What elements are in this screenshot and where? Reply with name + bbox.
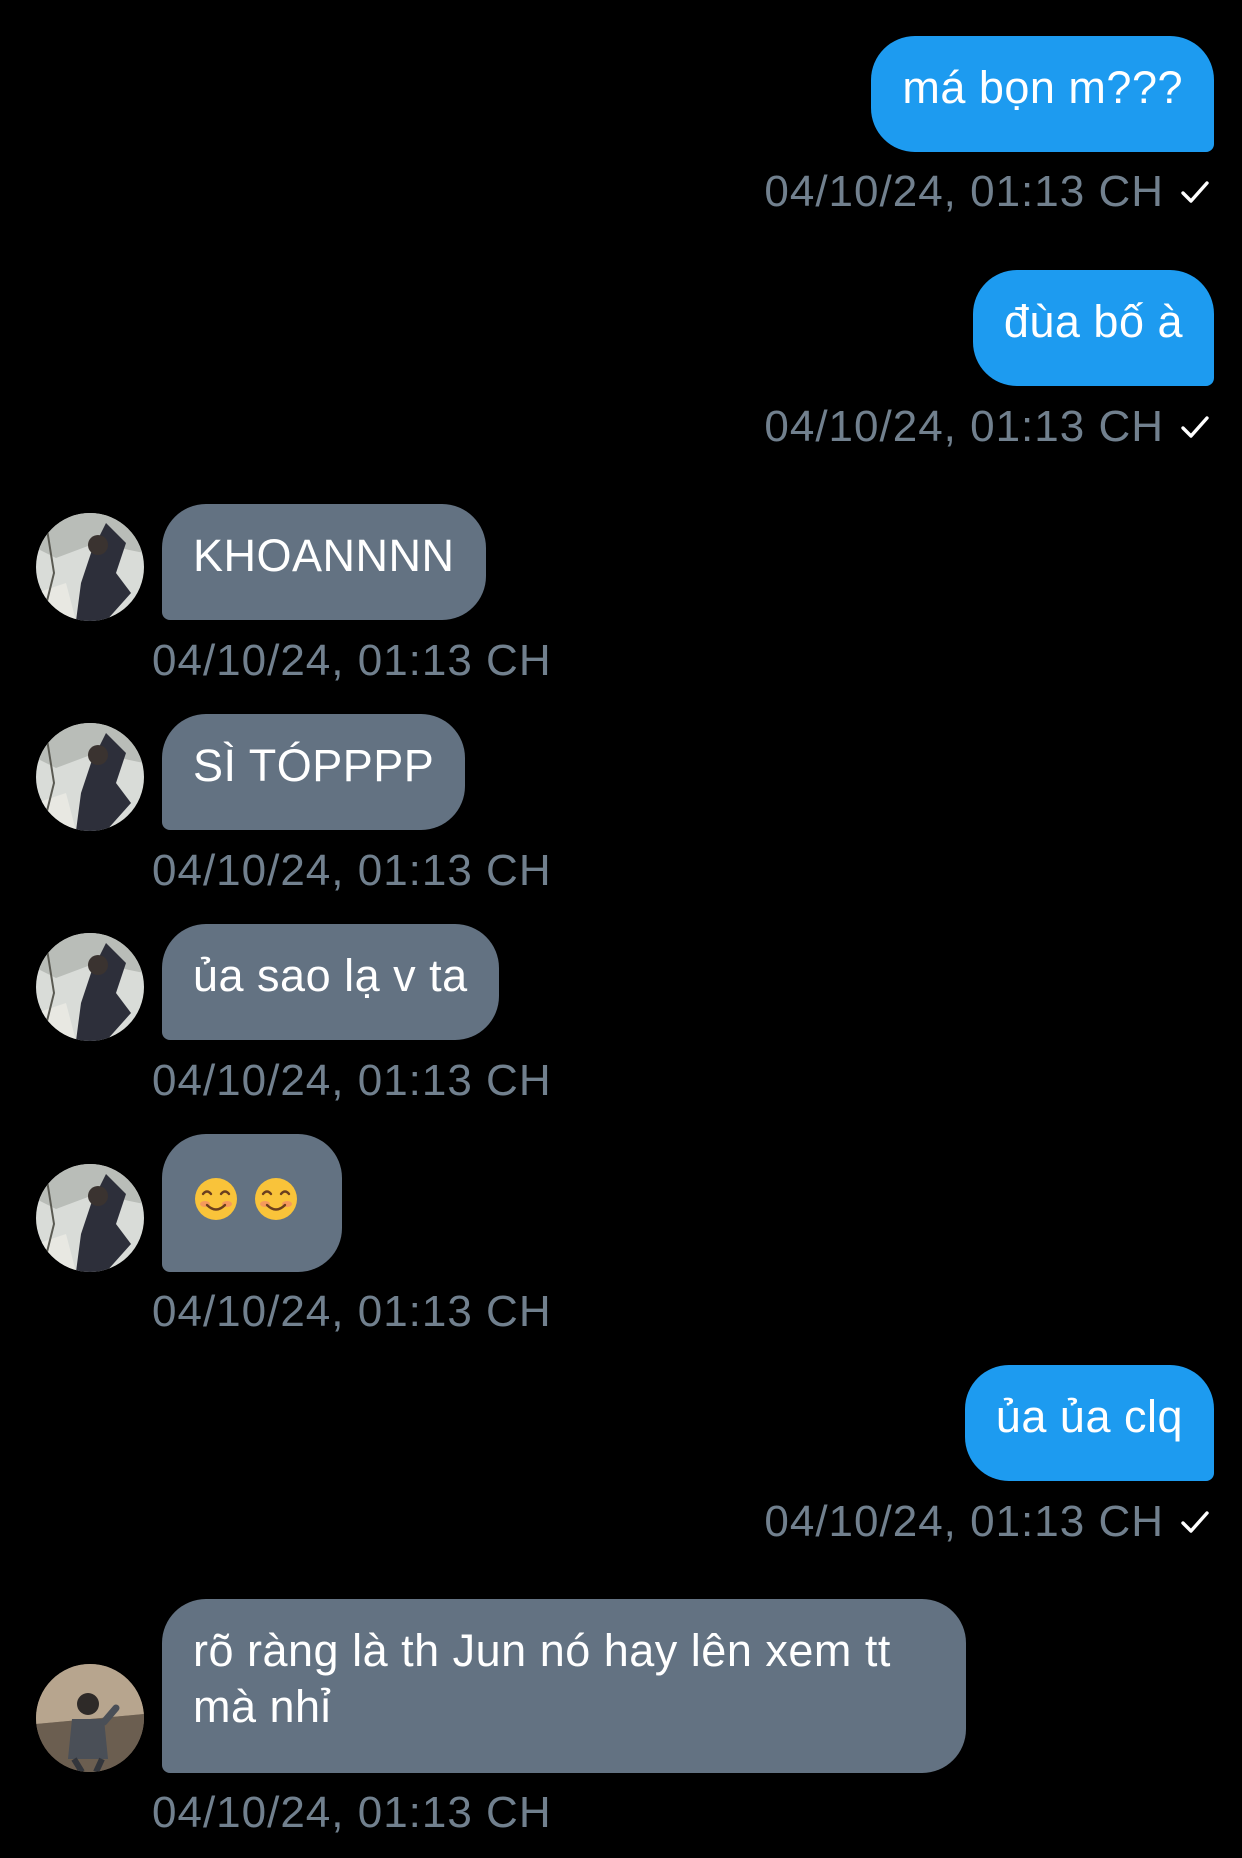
smiling-face-emoji (255, 1178, 297, 1221)
avatar-photo (36, 1164, 144, 1272)
message-timestamp: 04/10/24, 01:13 CH (764, 167, 1164, 216)
sent-message-bubble[interactable]: ủa ủa clq (964, 1365, 1214, 1481)
sent-message-bubble[interactable]: má bọn m??? (871, 36, 1214, 152)
message-text: đùa bố à (1003, 296, 1183, 347)
check-icon (1181, 1511, 1209, 1533)
received-message-bubble[interactable]: rõ ràng là th Jun nó hay lên xem tt mà n… (162, 1599, 966, 1773)
message-timestamp: 04/10/24, 01:13 CH (152, 1056, 552, 1105)
smiling-face-emoji (195, 1178, 237, 1221)
received-message-bubble[interactable] (162, 1134, 342, 1272)
avatar-photo (36, 1664, 144, 1772)
message-timestamp: 04/10/24, 01:13 CH (152, 636, 552, 685)
avatar-photo (36, 513, 144, 621)
avatar-photo (36, 933, 144, 1041)
message-text: ủa sao lạ v ta (193, 950, 468, 1001)
check-icon (1181, 181, 1209, 203)
message-timestamp: 04/10/24, 01:13 CH (152, 1287, 552, 1336)
received-message-bubble[interactable]: KHOANNNN (162, 504, 486, 620)
avatar[interactable] (36, 513, 144, 621)
message-text: ủa ủa clq (995, 1391, 1183, 1442)
message-timestamp: 04/10/24, 01:13 CH (764, 402, 1164, 451)
message-timestamp: 04/10/24, 01:13 CH (152, 1788, 552, 1837)
avatar[interactable] (36, 723, 144, 831)
avatar-photo (36, 723, 144, 831)
avatar[interactable] (36, 1664, 144, 1772)
message-meta: 04/10/24, 01:13 CH (764, 1497, 1212, 1547)
message-text: KHOANNNN (193, 530, 455, 581)
check-icon (1181, 416, 1209, 438)
message-timestamp: 04/10/24, 01:13 CH (764, 1497, 1164, 1546)
received-message-bubble[interactable]: SÌ TÓPPPP (162, 714, 466, 830)
message-thread: má bọn m??? 04/10/24, 01:13 CH đùa bố à … (0, 0, 1242, 1858)
message-text: má bọn m??? (902, 62, 1183, 113)
avatar[interactable] (36, 933, 144, 1041)
received-message-bubble[interactable]: ủa sao lạ v ta (162, 924, 499, 1040)
avatar[interactable] (36, 1164, 144, 1272)
sent-message-bubble[interactable]: đùa bố à (972, 270, 1214, 386)
message-timestamp: 04/10/24, 01:13 CH (152, 846, 552, 895)
message-meta: 04/10/24, 01:13 CH (764, 402, 1212, 452)
message-text: rõ ràng là th Jun nó hay lên xem tt mà n… (193, 1625, 891, 1732)
message-meta: 04/10/24, 01:13 CH (764, 167, 1212, 217)
message-text: SÌ TÓPPPP (193, 740, 435, 791)
